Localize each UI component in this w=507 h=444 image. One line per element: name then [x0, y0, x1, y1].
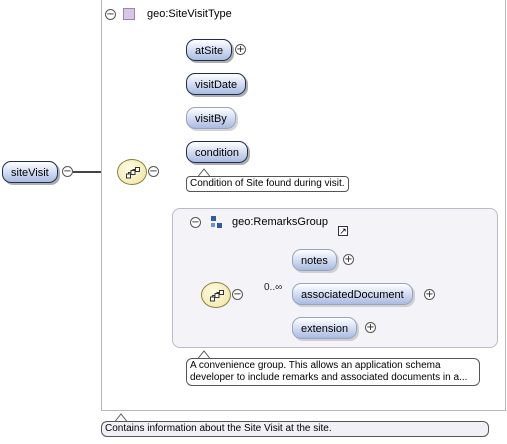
type-title: geo:SiteVisitType: [147, 8, 232, 20]
group-icon: [211, 216, 222, 228]
root-annotation: Contains information about the Site Visi…: [101, 421, 489, 437]
sequence-icon: [210, 290, 224, 302]
go-to-definition-icon[interactable]: ↗: [338, 226, 348, 236]
group-collapse-toggle[interactable]: −: [190, 217, 201, 228]
sequence-compositor[interactable]: [117, 159, 147, 185]
element-notes[interactable]: notes: [292, 249, 337, 271]
complex-type-frame: [101, 0, 506, 411]
atsite-expand-toggle[interactable]: +: [235, 44, 246, 55]
sequence-collapse-toggle[interactable]: −: [148, 166, 159, 177]
element-atsite[interactable]: atSite: [186, 39, 233, 61]
type-collapse-toggle[interactable]: −: [105, 9, 116, 20]
root-element-sitevisit[interactable]: siteVisit: [2, 161, 58, 183]
sequence-icon: [126, 167, 140, 179]
element-visitby[interactable]: visitBy: [186, 107, 236, 129]
group-sequence-compositor[interactable]: [201, 282, 231, 308]
associateddocument-expand-toggle[interactable]: +: [424, 289, 435, 300]
element-associateddocument[interactable]: associatedDocument: [292, 283, 413, 305]
group-title: geo:RemarksGroup: [232, 216, 328, 228]
element-visitdate[interactable]: visitDate: [186, 73, 247, 95]
extension-expand-toggle[interactable]: +: [365, 322, 376, 333]
group-annotation: A convenience group. This allows an appl…: [186, 358, 480, 386]
condition-annotation: Condition of Site found during visit.: [186, 176, 349, 192]
group-sequence-collapse-toggle[interactable]: −: [232, 289, 243, 300]
group-cardinality: 0..∞: [264, 282, 283, 293]
notes-expand-toggle[interactable]: +: [343, 254, 354, 265]
element-extension[interactable]: extension: [292, 317, 358, 339]
element-condition[interactable]: condition: [186, 141, 249, 163]
complex-type-icon: [123, 8, 135, 20]
root-collapse-toggle[interactable]: −: [62, 166, 73, 177]
